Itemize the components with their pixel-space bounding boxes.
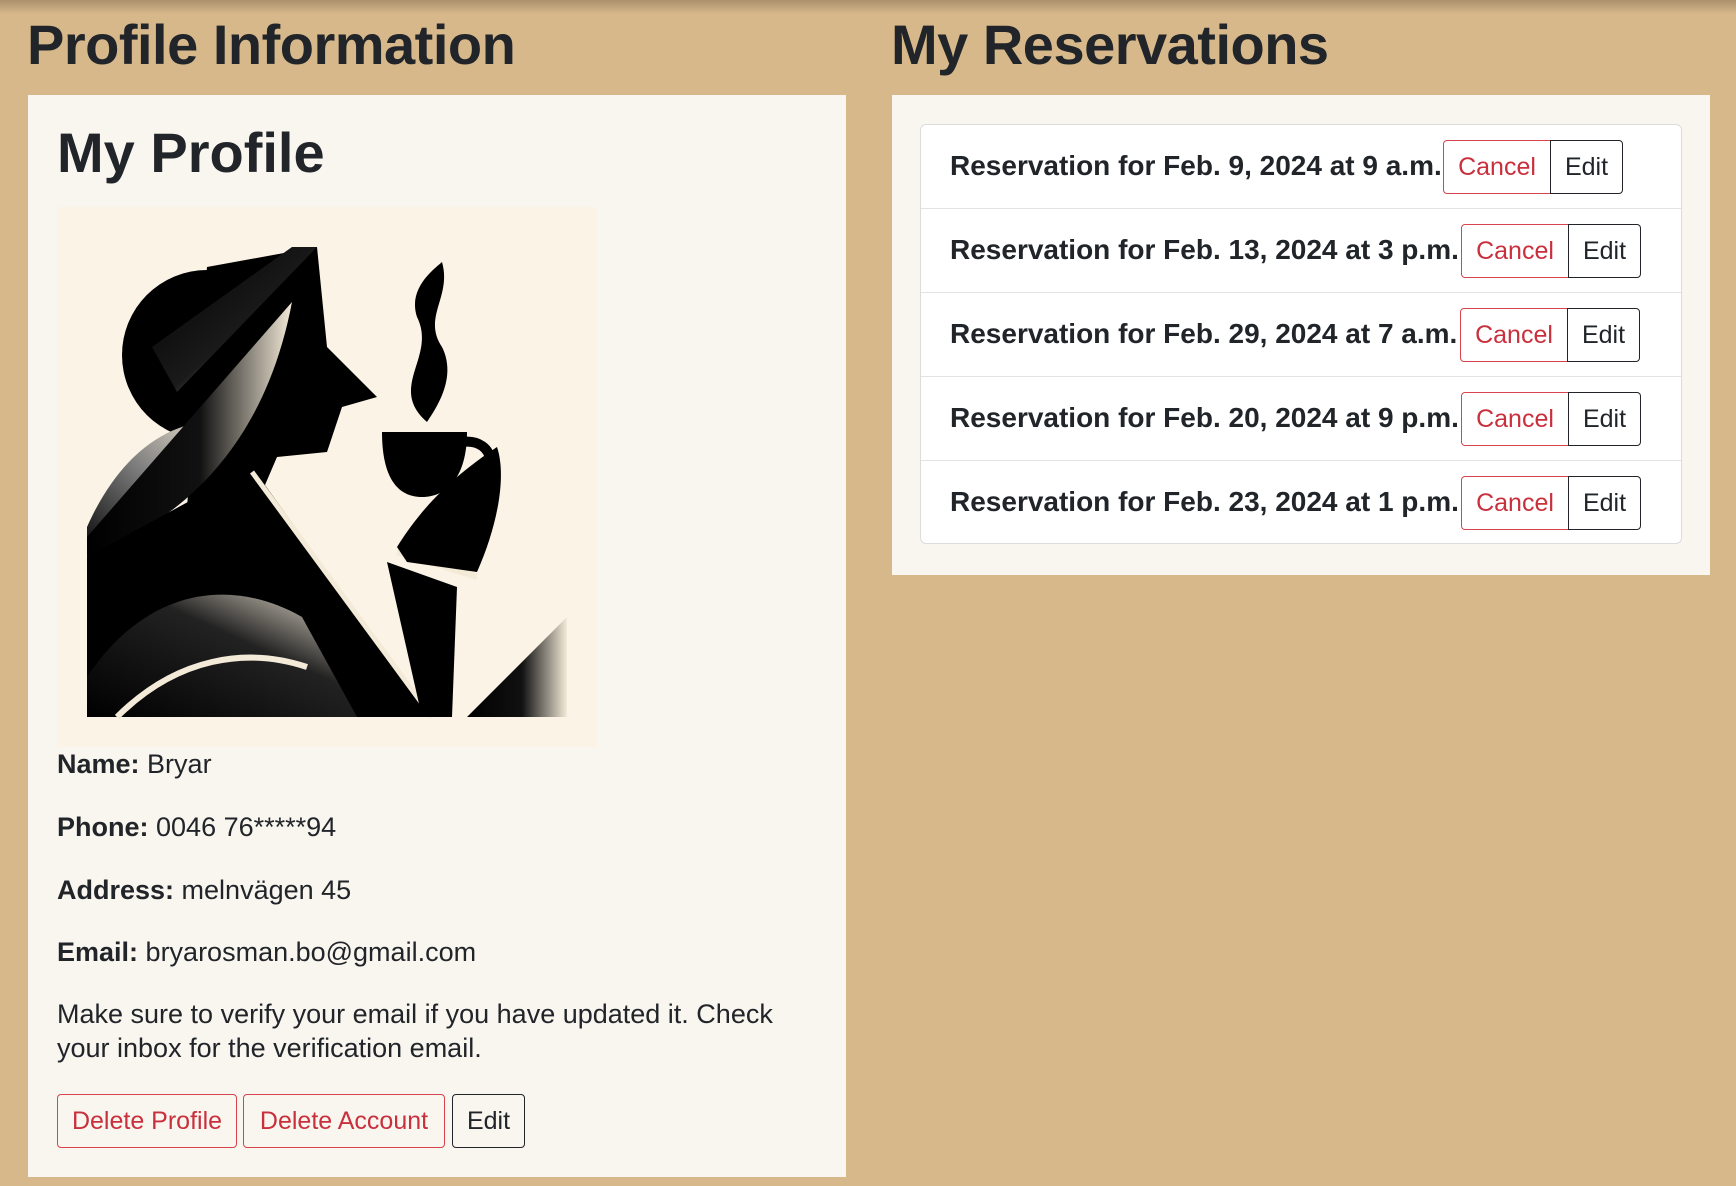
profile-phone-row: Phone: 0046 76*****94 <box>57 810 336 844</box>
coffee-drinker-illustration-icon <box>87 247 567 720</box>
edit-reservation-button[interactable]: Edit <box>1550 140 1623 194</box>
name-value: Bryar <box>147 749 212 779</box>
profile-card: My Profile Name: Bryar Phone: 0046 76***… <box>28 95 846 1177</box>
reservation-label: Reservation for Feb. 20, 2024 at 9 p.m. <box>950 402 1459 433</box>
verify-email-note: Make sure to verify your email if you ha… <box>57 999 773 1063</box>
delete-account-button[interactable]: Delete Account <box>243 1094 445 1148</box>
list-item: Reservation for Feb. 20, 2024 at 9 p.m. … <box>921 377 1681 461</box>
email-value: bryarosman.bo@gmail.com <box>145 937 477 967</box>
profile-avatar <box>57 207 597 747</box>
profile-address-row: Address: melnvägen 45 <box>57 873 351 907</box>
cancel-reservation-button[interactable]: Cancel <box>1461 224 1569 278</box>
cancel-reservation-button[interactable]: Cancel <box>1461 476 1569 530</box>
reservation-label: Reservation for Feb. 13, 2024 at 3 p.m. <box>950 234 1459 265</box>
address-value: melnvägen 45 <box>181 875 352 905</box>
email-label: Email: <box>57 937 139 967</box>
list-item: Reservation for Feb. 29, 2024 at 7 a.m. … <box>921 293 1681 377</box>
address-label: Address: <box>57 875 175 905</box>
edit-reservation-button[interactable]: Edit <box>1568 392 1641 446</box>
reservation-label: Reservation for Feb. 29, 2024 at 7 a.m. <box>950 318 1458 349</box>
reservations-card: Reservation for Feb. 9, 2024 at 9 a.m. C… <box>892 95 1710 575</box>
cancel-reservation-button[interactable]: Cancel <box>1461 392 1569 446</box>
reservation-label: Reservation for Feb. 9, 2024 at 9 a.m. <box>950 150 1442 181</box>
edit-reservation-button[interactable]: Edit <box>1568 476 1641 530</box>
profile-card-title: My Profile <box>57 121 325 184</box>
reservation-list: Reservation for Feb. 9, 2024 at 9 a.m. C… <box>920 124 1682 544</box>
delete-profile-button[interactable]: Delete Profile <box>57 1094 237 1148</box>
name-label: Name: <box>57 749 140 779</box>
edit-reservation-button[interactable]: Edit <box>1567 308 1640 362</box>
edit-reservation-button[interactable]: Edit <box>1568 224 1641 278</box>
list-item: Reservation for Feb. 13, 2024 at 3 p.m. … <box>921 209 1681 293</box>
profile-section-title: Profile Information <box>27 13 516 76</box>
phone-label: Phone: <box>57 812 149 842</box>
list-item: Reservation for Feb. 9, 2024 at 9 a.m. C… <box>921 125 1681 209</box>
profile-email-row: Email: bryarosman.bo@gmail.com <box>57 935 476 969</box>
edit-profile-button[interactable]: Edit <box>452 1094 525 1148</box>
reservation-label: Reservation for Feb. 23, 2024 at 1 p.m. <box>950 486 1459 517</box>
cancel-reservation-button[interactable]: Cancel <box>1443 140 1551 194</box>
list-item: Reservation for Feb. 23, 2024 at 1 p.m. … <box>921 461 1681 543</box>
profile-name-row: Name: Bryar <box>57 747 212 781</box>
phone-value: 0046 76*****94 <box>156 812 337 842</box>
reservations-section-title: My Reservations <box>891 13 1329 76</box>
cancel-reservation-button[interactable]: Cancel <box>1460 308 1568 362</box>
